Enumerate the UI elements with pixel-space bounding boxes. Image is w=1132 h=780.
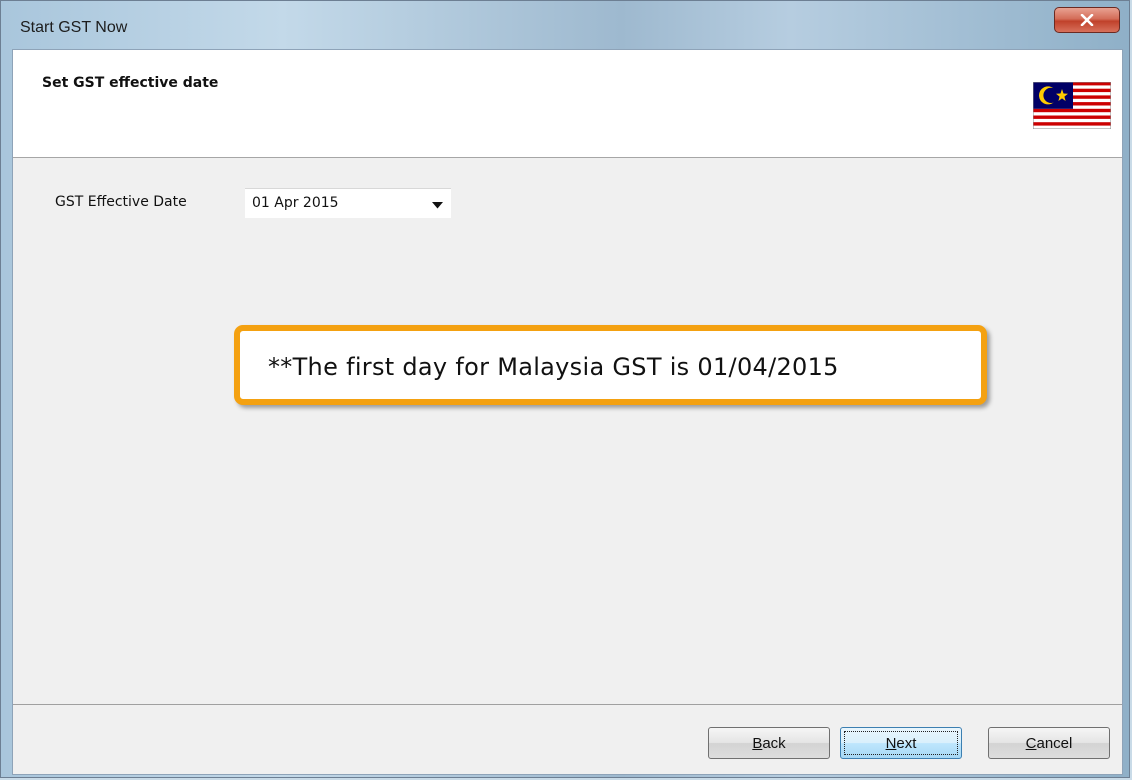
callout-text: **The first day for Malaysia GST is 01/0… (268, 353, 839, 381)
next-button[interactable]: Next (840, 727, 962, 759)
back-button[interactable]: Back (708, 727, 830, 759)
gst-effective-date-value: 01 Apr 2015 (252, 195, 339, 211)
cancel-button[interactable]: Cancel (988, 727, 1110, 759)
wizard-client-area: Set GST effective date GST Effective Dat… (12, 49, 1123, 775)
window-title: Start GST Now (20, 19, 128, 36)
close-button[interactable] (1054, 7, 1120, 33)
close-icon (1080, 14, 1094, 26)
gst-effective-date-label: GST Effective Date (55, 194, 187, 210)
info-callout: **The first day for Malaysia GST is 01/0… (234, 325, 987, 405)
chevron-down-icon[interactable] (432, 202, 443, 209)
gst-effective-date-dropdown[interactable]: 01 Apr 2015 (245, 188, 451, 218)
next-button-label: Next (885, 734, 917, 752)
back-button-label: Back (752, 734, 786, 752)
cancel-button-label: Cancel (1025, 734, 1073, 752)
malaysia-flag-icon (1033, 82, 1111, 129)
wizard-window: Start GST Now Set GST effective date GST… (0, 0, 1130, 778)
title-bar[interactable]: Start GST Now (1, 1, 1131, 47)
footer-divider (13, 704, 1122, 705)
page-title: Set GST effective date (42, 75, 219, 91)
wizard-header: Set GST effective date (13, 50, 1122, 158)
